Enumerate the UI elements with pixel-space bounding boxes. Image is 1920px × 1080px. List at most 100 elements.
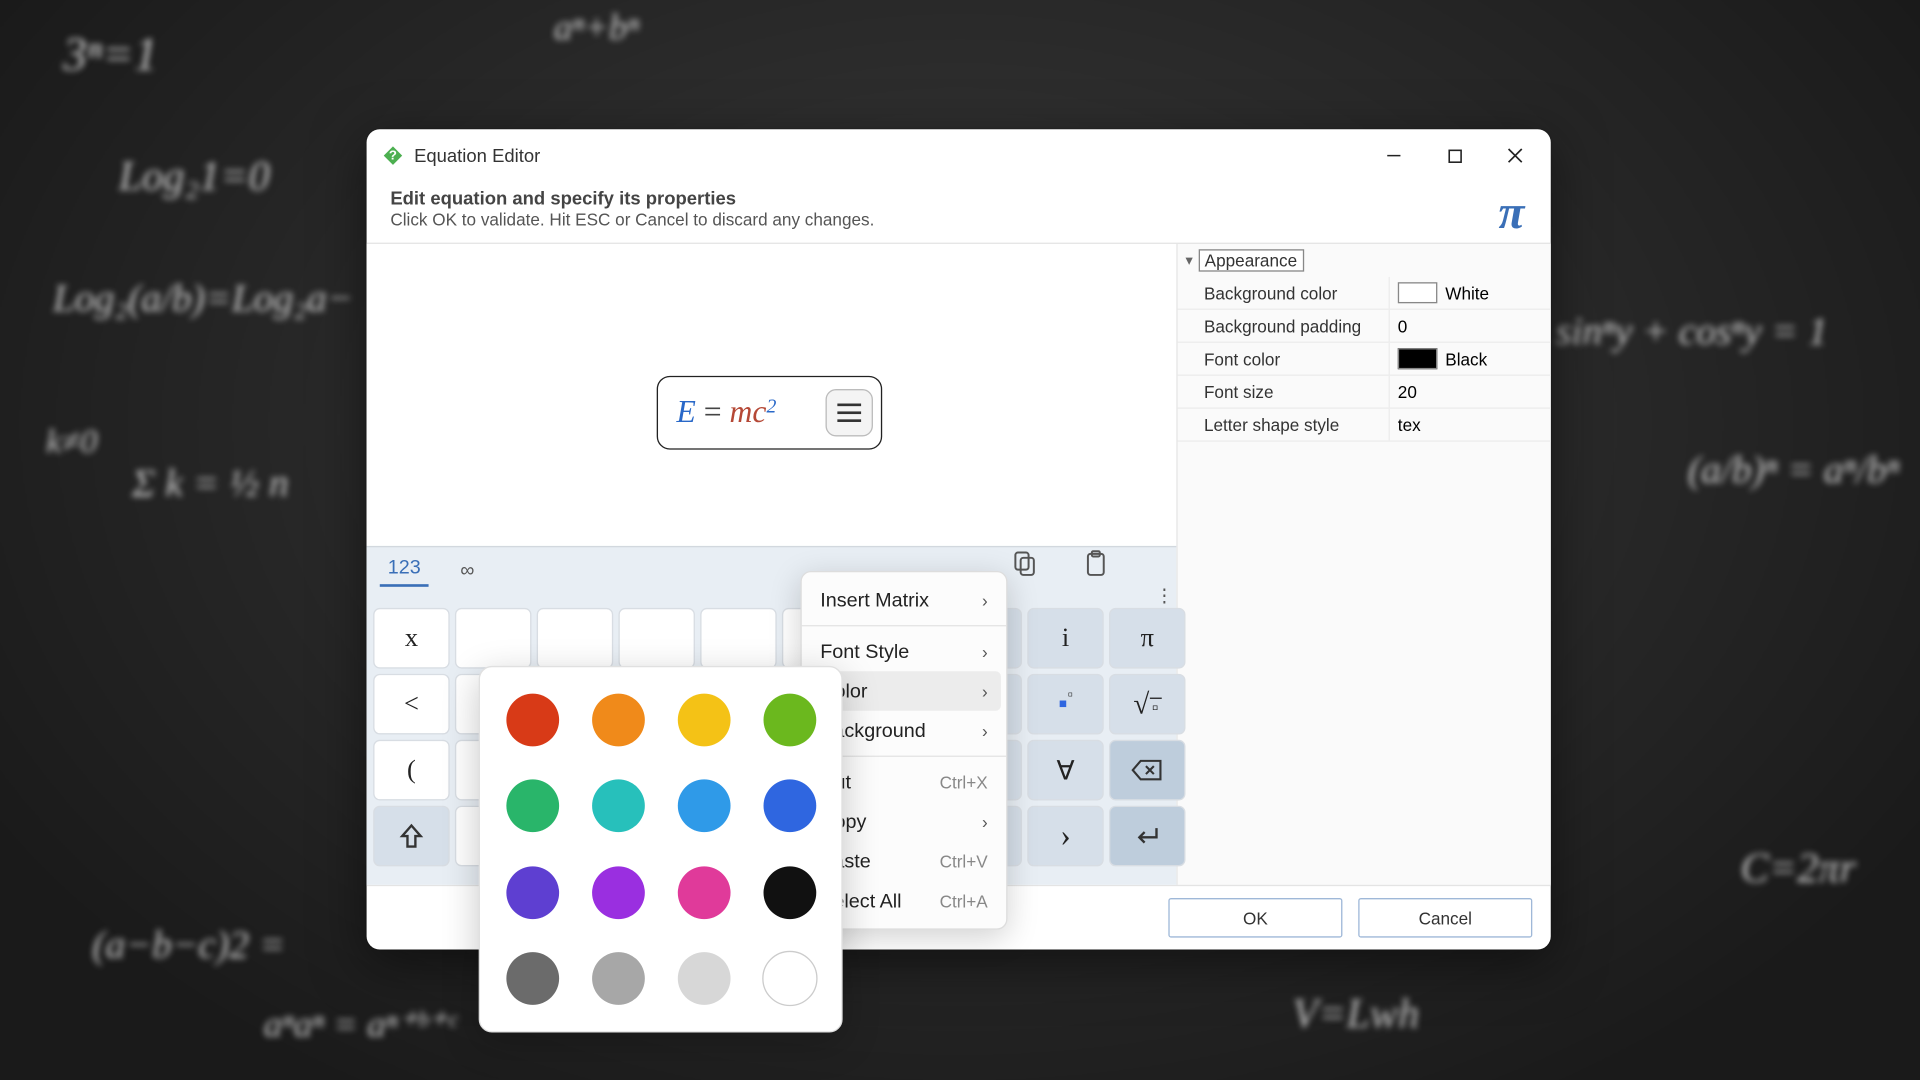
keyboard-key[interactable]: π <box>1109 608 1185 669</box>
shortcut-label: Ctrl+X <box>940 772 988 792</box>
color-swatch-option[interactable] <box>591 952 644 1005</box>
chalk-text: C=2πr <box>1741 844 1856 893</box>
chevron-right-icon: › <box>982 590 988 610</box>
property-row[interactable]: Font size20 <box>1178 376 1551 409</box>
cancel-button[interactable]: Cancel <box>1358 898 1532 938</box>
equation-token-equals: = <box>704 395 722 431</box>
dialog-header: Edit equation and specify its properties… <box>367 182 1551 244</box>
color-swatch-option[interactable] <box>763 780 816 833</box>
maximize-button[interactable] <box>1424 135 1485 177</box>
chalk-text: (a−b−c)2 = <box>92 923 285 968</box>
color-swatch-option[interactable] <box>506 693 559 746</box>
property-name: Background color <box>1178 283 1389 303</box>
keyboard-tab-123[interactable]: 123 <box>380 551 429 587</box>
property-value[interactable]: White <box>1389 277 1551 309</box>
equation-token-m: m <box>730 395 753 431</box>
color-swatch-option[interactable] <box>591 780 644 833</box>
color-swatch-option[interactable] <box>677 866 730 919</box>
keyboard-tab-infinity[interactable]: ∞ <box>452 554 482 587</box>
keyboard-key[interactable] <box>537 608 613 669</box>
chalk-text: Log₂(a/b)=Log₂a− <box>53 277 354 322</box>
shortcut-label: Ctrl+A <box>940 891 988 911</box>
equation-token-c: c <box>752 395 766 431</box>
keyboard-key[interactable]: ▪▫ <box>1027 674 1103 735</box>
chevron-right-icon: › <box>982 681 988 701</box>
property-name: Letter shape style <box>1178 415 1389 435</box>
keyboard-key[interactable]: x <box>373 608 449 669</box>
keyboard-key[interactable] <box>700 608 776 669</box>
keyboard-key[interactable]: ( <box>373 740 449 801</box>
chalk-text: (a/b)ⁿ = aⁿ/bⁿ <box>1688 448 1899 493</box>
equation-box[interactable]: E = m c 2 <box>657 376 882 450</box>
chalk-text: k≠0 <box>46 422 97 462</box>
keyboard-key[interactable]: ∀ <box>1027 740 1103 801</box>
color-swatch-option[interactable] <box>763 693 816 746</box>
property-value[interactable]: 20 <box>1389 376 1551 408</box>
color-swatch-option[interactable] <box>677 780 730 833</box>
property-name: Background padding <box>1178 316 1389 336</box>
keyboard-key[interactable] <box>618 608 694 669</box>
equation-menu-button[interactable] <box>825 389 872 436</box>
color-picker-popup <box>479 666 843 1033</box>
equation-token-E: E <box>676 395 695 431</box>
menu-separator <box>802 625 1006 626</box>
keyboard-key[interactable] <box>1109 740 1185 801</box>
color-swatch <box>1398 348 1438 369</box>
chalk-text: sinⁿy + cosⁿy = 1 <box>1556 310 1828 355</box>
color-swatch-option[interactable] <box>591 693 644 746</box>
chevron-right-icon: › <box>982 812 988 832</box>
property-row[interactable]: Font colorBlack <box>1178 343 1551 376</box>
keyboard-overflow-icon[interactable]: ⋮ <box>1155 584 1172 606</box>
pi-logo-icon: π <box>1498 185 1524 240</box>
header-title: Edit equation and specify its properties <box>390 187 1527 208</box>
keyboard-key[interactable] <box>455 608 531 669</box>
window-title: Equation Editor <box>414 145 1363 166</box>
ok-button[interactable]: OK <box>1168 898 1342 938</box>
property-value[interactable]: 0 <box>1389 310 1551 342</box>
keyboard-key[interactable] <box>1109 806 1185 867</box>
color-swatch-option[interactable] <box>762 951 817 1006</box>
chalk-text: aⁿ+bⁿ <box>554 8 639 50</box>
color-swatch-option[interactable] <box>763 866 816 919</box>
property-row[interactable]: Background colorWhite <box>1178 277 1551 310</box>
properties-section-header[interactable]: ▾ Appearance <box>1178 244 1551 277</box>
color-swatch-option[interactable] <box>591 866 644 919</box>
color-swatch <box>1398 282 1438 303</box>
chalk-text: 3ⁿ=1 <box>63 26 157 81</box>
chevron-right-icon: › <box>982 642 988 662</box>
chevron-down-icon: ▾ <box>1185 252 1192 269</box>
color-swatch-option[interactable] <box>506 952 559 1005</box>
properties-panel: ▾ Appearance Background colorWhiteBackgr… <box>1176 244 1551 885</box>
chevron-right-icon: › <box>982 721 988 741</box>
app-icon: ? <box>382 145 403 166</box>
chalk-text: V=Lwh <box>1292 989 1419 1038</box>
svg-text:?: ? <box>389 148 397 163</box>
chalk-text: aⁿaⁿ = aⁿ⁺ᵇ⁺ᶜ <box>264 1002 456 1047</box>
color-swatch-option[interactable] <box>677 693 730 746</box>
keyboard-key[interactable] <box>373 806 449 867</box>
close-button[interactable] <box>1485 135 1546 177</box>
copy-icon[interactable] <box>1010 550 1039 586</box>
chalk-text: Σ k = ½ n <box>132 462 289 507</box>
minimize-button[interactable] <box>1364 135 1425 177</box>
keyboard-key[interactable]: √▫ <box>1109 674 1185 735</box>
color-swatch-option[interactable] <box>677 952 730 1005</box>
property-value[interactable]: Black <box>1389 343 1551 375</box>
property-value[interactable]: tex <box>1389 409 1551 441</box>
keyboard-key[interactable]: › <box>1027 806 1103 867</box>
color-swatch-option[interactable] <box>506 866 559 919</box>
equation-editor-dialog: ? Equation Editor Edit equation and spec… <box>367 129 1551 949</box>
menu-insert-matrix[interactable]: Insert Matrix› <box>802 580 1006 620</box>
titlebar: ? Equation Editor <box>367 129 1551 182</box>
property-name: Font size <box>1178 382 1389 402</box>
paste-icon[interactable] <box>1081 550 1110 586</box>
keyboard-key[interactable]: < <box>373 674 449 735</box>
keyboard-key[interactable]: i <box>1027 608 1103 669</box>
color-swatch-option[interactable] <box>506 780 559 833</box>
equation-token-sup2: 2 <box>766 396 776 418</box>
property-row[interactable]: Letter shape styletex <box>1178 409 1551 442</box>
shortcut-label: Ctrl+V <box>940 851 988 871</box>
equation-canvas[interactable]: E = m c 2 123 ∞ ⋮ xiπ<▪▫√▫(∀+‹› <box>367 244 1177 885</box>
property-row[interactable]: Background padding0 <box>1178 310 1551 343</box>
properties-section-label: Appearance <box>1198 249 1304 271</box>
